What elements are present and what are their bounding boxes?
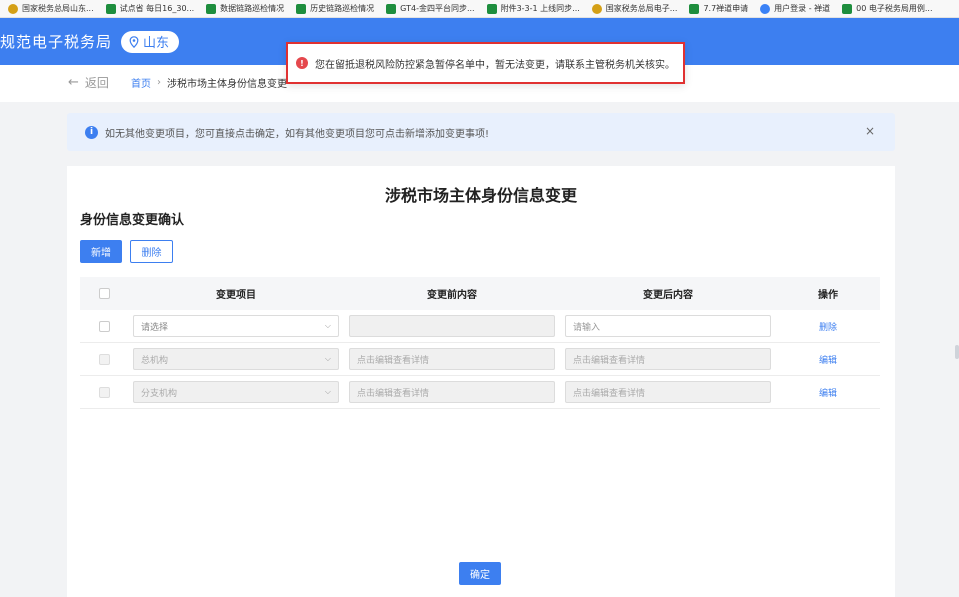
- page-title: 涉税市场主体身份信息变更: [384, 186, 577, 205]
- breadcrumb: 首页 › 涉税市场主体身份信息变更: [131, 75, 287, 90]
- delete-button[interactable]: 删除: [130, 240, 173, 263]
- table-row: 请选择 ⌵ 请输入 删除: [80, 310, 880, 343]
- bookmark-label: 数据链路巡检情况: [220, 4, 285, 13]
- location-pin-icon: [129, 35, 139, 48]
- chevron-down-icon: ⌵: [324, 321, 331, 330]
- sheet-icon: [206, 3, 217, 14]
- bookmark-item[interactable]: 用户登录 - 禅道: [760, 3, 830, 14]
- sheet-icon: [689, 3, 700, 14]
- sheet-icon: [105, 3, 116, 14]
- sheet-icon: [386, 3, 397, 14]
- after-content-input: 点击编辑查看详情: [565, 348, 771, 370]
- breadcrumb-current: 涉税市场主体身份信息变更: [167, 79, 287, 90]
- region-selector[interactable]: 山东: [121, 30, 180, 53]
- info-icon: i: [85, 125, 98, 139]
- bookmark-item[interactable]: 国家税务总局山东...: [8, 3, 94, 14]
- bookmark-item[interactable]: 国家税务总局电子...: [591, 3, 678, 14]
- bookmark-label: 国家税务总局电子...: [605, 4, 678, 13]
- bookmark-label: 用户登录 - 禅道: [774, 4, 831, 13]
- row-checkbox[interactable]: [98, 386, 110, 398]
- main-card: 涉税市场主体身份信息变更 身份信息变更确认 新增 删除 变更项目 变更前内容 变…: [67, 166, 895, 597]
- select-value: 分支机构: [141, 388, 178, 399]
- header-item: 变更项目: [216, 290, 256, 301]
- row-delete-link[interactable]: 删除: [819, 320, 837, 333]
- bookmark-item[interactable]: 7.7禅道申请: [689, 3, 748, 14]
- sheet-icon: [842, 3, 853, 14]
- row-checkbox[interactable]: [98, 320, 110, 332]
- bookmark-label: 国家税务总局山东...: [22, 4, 94, 13]
- seal-icon: [8, 3, 18, 14]
- table-row: 分支机构 ⌵ 点击编辑查看详情 点击编辑查看详情 编辑: [80, 376, 880, 409]
- error-toast: ! 您在留抵退税风险防控紧急暂停名单中，暂无法变更，请联系主管税务机关核实。: [286, 42, 685, 84]
- before-content-field: 点击编辑查看详情: [349, 381, 555, 403]
- before-content-field: 点击编辑查看详情: [349, 348, 555, 370]
- select-all-checkbox[interactable]: [98, 288, 110, 299]
- breadcrumb-home[interactable]: 首页: [131, 75, 151, 90]
- bookmark-label: 00 电子税务局用例...: [856, 4, 933, 13]
- table-row: 总机构 ⌵ 点击编辑查看详情 点击编辑查看详情 编辑: [80, 343, 880, 376]
- site-title[interactable]: 规范电子税务局: [0, 31, 112, 52]
- scrollbar-handle[interactable]: [955, 345, 959, 359]
- sheet-icon: [296, 3, 307, 14]
- bookmark-label: 附件3-3-1 上线同步...: [500, 4, 580, 13]
- add-button[interactable]: 新增: [80, 240, 122, 263]
- change-item-select[interactable]: 总机构 ⌵: [133, 348, 339, 370]
- sheet-icon: [486, 3, 497, 14]
- seal-icon: [591, 3, 602, 14]
- bookmark-item[interactable]: 数据链路巡检情况: [206, 3, 284, 14]
- change-item-select[interactable]: 分支机构 ⌵: [133, 381, 339, 403]
- bookmark-item[interactable]: 00 电子税务局用例...: [842, 3, 933, 14]
- back-button[interactable]: ← 返回: [68, 74, 109, 91]
- bookmark-label: 7.7禅道申请: [703, 4, 749, 13]
- header-after: 变更后内容: [643, 290, 693, 301]
- section-title: 身份信息变更确认: [80, 213, 185, 228]
- toast-message: 您在留抵退税风险防控紧急暂停名单中，暂无法变更，请联系主管税务机关核实。: [315, 59, 675, 71]
- error-icon: !: [296, 57, 308, 69]
- globe-icon: [760, 3, 771, 14]
- header-before: 变更前内容: [427, 290, 477, 301]
- select-value: 总机构: [141, 355, 169, 366]
- change-table: 变更项目 变更前内容 变更后内容 操作 请选择 ⌵ 请输入 删除 总机构 ⌵ 点…: [80, 277, 880, 409]
- confirm-button[interactable]: 确定: [459, 562, 501, 585]
- breadcrumb-separator: ›: [157, 77, 161, 88]
- back-label: 返回: [84, 76, 109, 90]
- bookmark-label: 试点省 每日16_30...: [119, 4, 195, 13]
- close-icon[interactable]: ×: [865, 124, 875, 138]
- bookmark-label: 历史链路巡检情况: [310, 4, 375, 13]
- table-header: 变更项目 变更前内容 变更后内容 操作: [80, 277, 880, 310]
- bookmark-item[interactable]: GT4-金四平台同步...: [386, 3, 475, 14]
- region-label: 山东: [143, 36, 170, 51]
- header-action: 操作: [818, 290, 838, 301]
- row-edit-link[interactable]: 编辑: [819, 386, 837, 399]
- after-content-input[interactable]: 请输入: [565, 315, 771, 337]
- info-text: 如无其他变更项目，您可直接点击确定，如有其他变更项目您可点击新增添加变更事项!: [105, 128, 490, 140]
- before-content-field: [349, 315, 555, 337]
- change-item-select[interactable]: 请选择 ⌵: [133, 315, 339, 337]
- bookmarks-bar: 国家税务总局山东... 试点省 每日16_30... 数据链路巡检情况 历史链路…: [0, 0, 959, 18]
- after-content-input: 点击编辑查看详情: [565, 381, 771, 403]
- bookmark-item[interactable]: 历史链路巡检情况: [296, 3, 374, 14]
- chevron-down-icon: ⌵: [324, 387, 331, 396]
- row-checkbox[interactable]: [98, 353, 110, 365]
- bookmark-item[interactable]: 附件3-3-1 上线同步...: [486, 3, 580, 14]
- chevron-down-icon: ⌵: [324, 354, 331, 363]
- row-edit-link[interactable]: 编辑: [819, 353, 837, 366]
- bookmark-label: GT4-金四平台同步...: [400, 4, 475, 13]
- info-banner: i 如无其他变更项目，您可直接点击确定，如有其他变更项目您可点击新增添加变更事项…: [67, 113, 895, 151]
- arrow-left-icon: ←: [68, 75, 79, 90]
- select-value: 请选择: [141, 322, 169, 333]
- bookmark-item[interactable]: 试点省 每日16_30...: [105, 3, 195, 14]
